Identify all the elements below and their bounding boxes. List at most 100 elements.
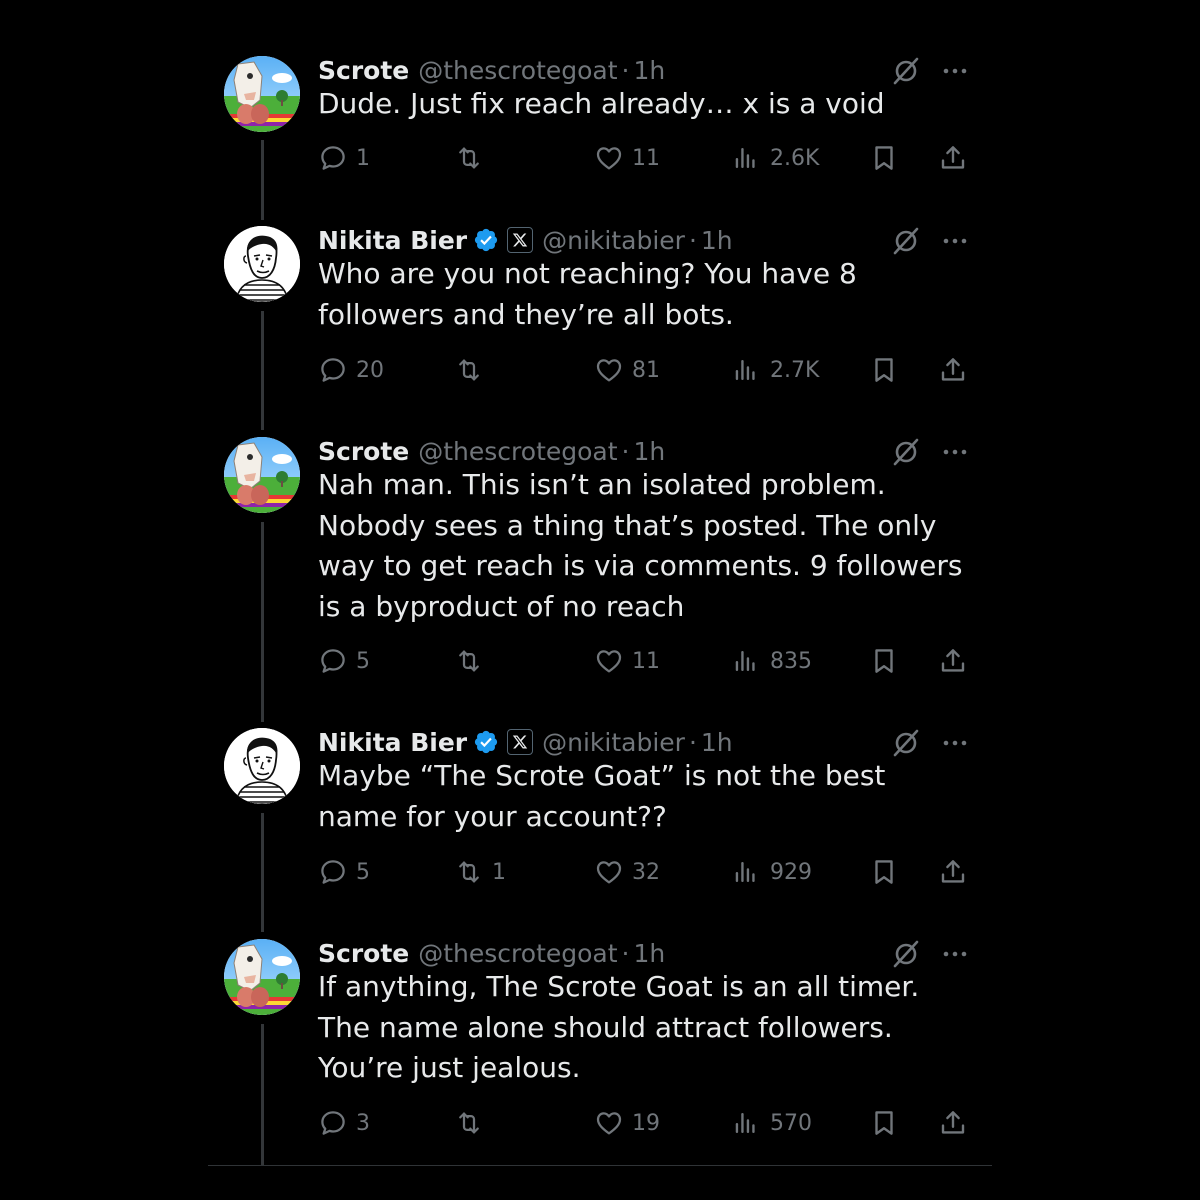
repost-button[interactable] <box>454 352 484 388</box>
goat-avatar[interactable] <box>224 939 300 1015</box>
views-icon <box>732 355 762 385</box>
timestamp[interactable]: 1h <box>634 939 666 968</box>
verified-badge-icon <box>473 729 499 755</box>
author-handle[interactable]: @thescrotegoat <box>418 56 617 85</box>
separator-dot: · <box>621 55 630 85</box>
tweet-text: If anything, The Scrote Goat is an all t… <box>318 970 920 1084</box>
sketch-avatar[interactable] <box>224 226 300 302</box>
reply-count: 5 <box>356 648 370 674</box>
tweet-header: Nikita Bier @nikitabier · 1h <box>318 724 733 760</box>
reply-count: 20 <box>356 357 384 383</box>
bookmark-icon <box>869 355 899 385</box>
grok-icon[interactable] <box>891 728 921 758</box>
reply-button[interactable]: 5 <box>318 643 370 679</box>
views-button[interactable]: 570 <box>732 1105 812 1141</box>
tweet-header: Scrote @thescrotegoat · 1h <box>318 52 665 88</box>
goat-avatar[interactable] <box>224 437 300 513</box>
like-button[interactable]: 11 <box>594 643 660 679</box>
repost-button[interactable] <box>454 643 484 679</box>
like-count: 11 <box>632 145 660 171</box>
author-handle[interactable]: @thescrotegoat <box>418 437 617 466</box>
reply-icon <box>318 857 348 887</box>
author-handle[interactable]: @nikitabier <box>542 728 685 757</box>
more-options-icon[interactable] <box>941 57 969 85</box>
bottom-divider <box>208 1165 992 1166</box>
share-button[interactable] <box>938 352 968 388</box>
author-handle[interactable]: @thescrotegoat <box>418 939 617 968</box>
author-name[interactable]: Scrote <box>318 56 409 85</box>
timestamp[interactable]: 1h <box>634 56 666 85</box>
bookmark-button[interactable] <box>869 352 899 388</box>
tweet-header: Nikita Bier @nikitabier · 1h <box>318 222 733 258</box>
author-name[interactable]: Nikita Bier <box>318 728 467 757</box>
reply-button[interactable]: 3 <box>318 1105 370 1141</box>
like-icon <box>594 646 624 676</box>
timestamp[interactable]: 1h <box>634 437 666 466</box>
like-icon <box>594 1108 624 1138</box>
author-name[interactable]: Scrote <box>318 437 409 466</box>
share-icon <box>938 646 968 676</box>
like-count: 32 <box>632 859 660 885</box>
views-button[interactable]: 2.6K <box>732 140 819 176</box>
share-button[interactable] <box>938 854 968 890</box>
share-icon <box>938 857 968 887</box>
repost-button[interactable] <box>454 140 484 176</box>
share-button[interactable] <box>938 1105 968 1141</box>
bookmark-icon <box>869 143 899 173</box>
separator-dot: · <box>621 436 630 466</box>
share-button[interactable] <box>938 140 968 176</box>
x-affiliate-badge-icon[interactable] <box>507 227 534 253</box>
share-button[interactable] <box>938 643 968 679</box>
separator-dot: · <box>621 938 630 968</box>
reply-button[interactable]: 20 <box>318 352 384 388</box>
timestamp[interactable]: 1h <box>701 728 733 757</box>
grok-icon[interactable] <box>891 939 921 969</box>
views-icon <box>732 1108 762 1138</box>
repost-count: 1 <box>492 859 506 885</box>
like-count: 19 <box>632 1110 660 1136</box>
tweet-header: Scrote @thescrotegoat · 1h <box>318 433 665 469</box>
reply-button[interactable]: 1 <box>318 140 370 176</box>
bookmark-button[interactable] <box>869 854 899 890</box>
like-button[interactable]: 11 <box>594 140 660 176</box>
share-icon <box>938 355 968 385</box>
views-button[interactable]: 2.7K <box>732 352 819 388</box>
views-button[interactable]: 929 <box>732 854 812 890</box>
reply-icon <box>318 355 348 385</box>
sketch-avatar[interactable] <box>224 728 300 804</box>
share-icon <box>938 1108 968 1138</box>
x-affiliate-badge-icon[interactable] <box>507 729 534 755</box>
author-name[interactable]: Scrote <box>318 939 409 968</box>
goat-avatar[interactable] <box>224 56 300 132</box>
reply-count: 1 <box>356 145 370 171</box>
views-count: 570 <box>770 1110 812 1136</box>
views-count: 2.7K <box>770 357 820 383</box>
bookmark-icon <box>869 1108 899 1138</box>
timestamp[interactable]: 1h <box>701 226 733 255</box>
repost-button[interactable] <box>454 1105 484 1141</box>
grok-icon[interactable] <box>891 437 921 467</box>
like-button[interactable]: 19 <box>594 1105 660 1141</box>
views-button[interactable]: 835 <box>732 643 812 679</box>
more-options-icon[interactable] <box>941 940 969 968</box>
grok-icon[interactable] <box>891 226 921 256</box>
tweet-header: Scrote @thescrotegoat · 1h <box>318 935 665 971</box>
thread-connector-line <box>261 311 264 430</box>
tweet-text: Maybe “The Scrote Goat” is not the best … <box>318 759 886 833</box>
bookmark-button[interactable] <box>869 140 899 176</box>
reply-button[interactable]: 5 <box>318 854 370 890</box>
repost-button[interactable]: 1 <box>454 854 506 890</box>
like-count: 11 <box>632 648 660 674</box>
like-button[interactable]: 81 <box>594 352 660 388</box>
more-options-icon[interactable] <box>941 729 969 757</box>
more-options-icon[interactable] <box>941 438 969 466</box>
grok-icon[interactable] <box>891 56 921 86</box>
bookmark-button[interactable] <box>869 643 899 679</box>
author-handle[interactable]: @nikitabier <box>542 226 685 255</box>
like-button[interactable]: 32 <box>594 854 660 890</box>
repost-icon <box>454 143 484 173</box>
share-icon <box>938 143 968 173</box>
bookmark-button[interactable] <box>869 1105 899 1141</box>
more-options-icon[interactable] <box>941 227 969 255</box>
author-name[interactable]: Nikita Bier <box>318 226 467 255</box>
